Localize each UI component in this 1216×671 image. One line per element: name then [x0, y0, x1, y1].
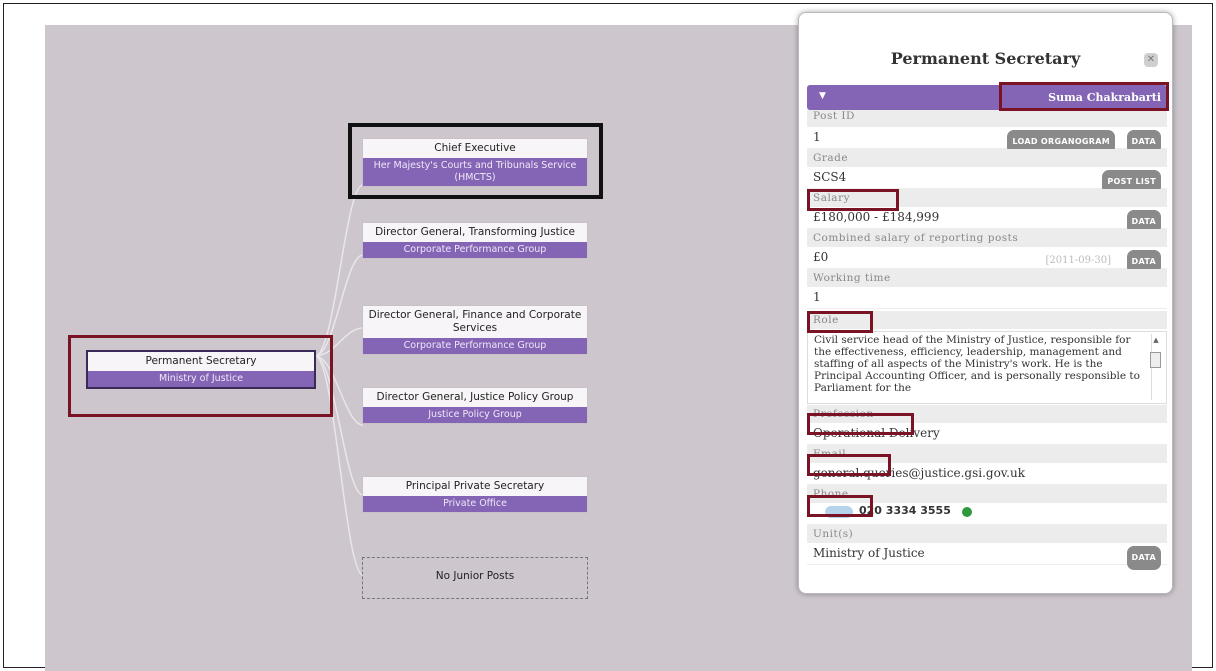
highlight-person-name — [999, 82, 1169, 111]
node-org: Corporate Performance Group — [363, 242, 587, 258]
combined-salary-value: £0 — [813, 250, 829, 264]
post-id-label: Post ID — [807, 110, 1167, 127]
node-org: Private Office — [363, 496, 587, 512]
combined-salary-label: Combined salary of reporting posts — [807, 229, 1167, 247]
org-node-no-junior-posts: No Junior Posts — [362, 557, 588, 599]
highlight-salary-label — [807, 189, 899, 211]
post-id-value: 1 — [813, 130, 821, 144]
node-org: Justice Policy Group — [363, 407, 587, 423]
org-node-dg-transforming-justice[interactable]: Director General, Transforming Justice C… — [362, 222, 588, 259]
units-value: Ministry of Justice — [813, 546, 925, 560]
grade-value: SCS4 — [813, 170, 847, 184]
node-title: Director General, Transforming Justice — [363, 223, 587, 242]
org-node-dg-justice-policy[interactable]: Director General, Justice Policy Group J… — [362, 387, 588, 424]
working-time-value: 1 — [807, 287, 1167, 309]
node-title: Director General, Justice Policy Group — [363, 388, 587, 407]
org-node-dg-finance[interactable]: Director General, Finance and Corporate … — [362, 305, 588, 355]
role-textbox[interactable]: Civil service head of the Ministry of Ju… — [807, 331, 1167, 404]
node-title: Principal Private Secretary — [363, 477, 587, 496]
org-node-principal-private-secretary[interactable]: Principal Private Secretary Private Offi… — [362, 476, 588, 513]
node-title: Director General, Finance and Corporate … — [363, 306, 587, 338]
combined-salary-date: [2011-09-30] — [1045, 255, 1111, 266]
role-scrollbar[interactable]: ▲ — [1150, 334, 1161, 400]
highlight-root — [68, 335, 333, 417]
highlight-role-label — [807, 311, 873, 333]
highlight-profession-label — [807, 413, 914, 435]
caret-down-icon[interactable]: ▼ — [819, 91, 826, 101]
highlight-email-label — [807, 454, 891, 476]
highlight-phone-label — [807, 495, 873, 517]
grade-label: Grade — [807, 149, 1167, 167]
node-org: Corporate Performance Group — [363, 338, 587, 354]
units-label: Unit(s) — [807, 525, 1167, 543]
node-title: No Junior Posts — [435, 570, 515, 582]
combined-salary-row: £0 [2011-09-30] DATA — [807, 247, 1167, 274]
working-time-label: Working time — [807, 269, 1167, 287]
units-row: Ministry of Justice DATA — [807, 543, 1167, 570]
role-text: Civil service head of the Ministry of Ju… — [814, 334, 1140, 394]
grade-row: SCS4 POST LIST — [807, 167, 1167, 194]
post-id-row: 1 LOAD ORGANOGRAM DATA — [807, 127, 1167, 154]
call-status-icon — [962, 507, 972, 517]
highlight-chief-executive — [348, 123, 603, 199]
units-data-button[interactable]: DATA — [1126, 546, 1161, 570]
panel-title: Permanent Secretary — [890, 49, 1081, 68]
salary-value: £180,000 - £184,999 — [813, 210, 940, 224]
close-icon[interactable]: ✕ — [1144, 53, 1158, 67]
